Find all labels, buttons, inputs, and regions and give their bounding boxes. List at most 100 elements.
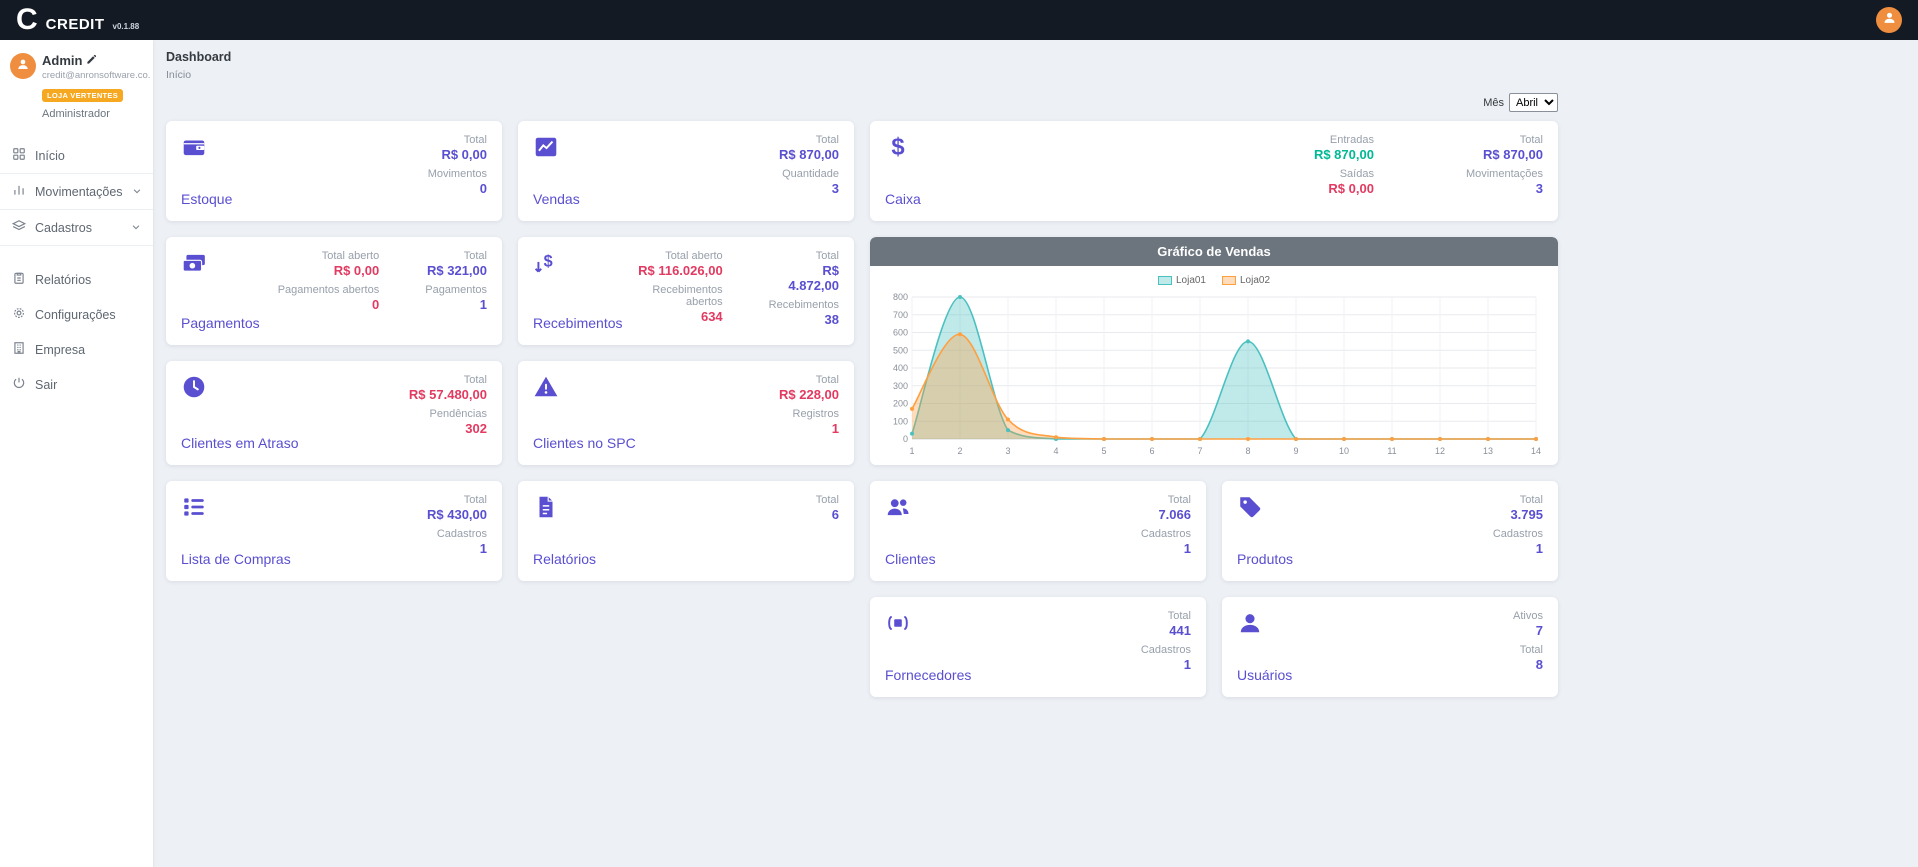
- stat-value: 3: [779, 181, 839, 196]
- main-content: Dashboard Início Mês Abril Estoque Total…: [153, 0, 1918, 723]
- card-recebimentos: $ Recebimentos Total abertoR$ 116.026,00…: [518, 237, 854, 345]
- sidebar-item-label: Movimentações: [35, 185, 123, 199]
- svg-text:6: 6: [1149, 446, 1154, 456]
- sidebar-item-cadastros[interactable]: Cadastros: [0, 209, 153, 246]
- card-fornecedores: Fornecedores Total441 Cadastros1: [870, 597, 1206, 697]
- stat-value: 7.066: [1141, 507, 1191, 522]
- card-usuarios: Usuários Ativos7 Total8: [1222, 597, 1558, 697]
- stat-value: R$ 116.026,00: [623, 263, 723, 278]
- stat-value: 0: [278, 297, 380, 312]
- legend-item-loja02[interactable]: Loja02: [1222, 275, 1270, 286]
- card-link-vendas[interactable]: Vendas: [533, 191, 580, 207]
- stat-value: R$ 870,00: [1466, 147, 1543, 162]
- svg-text:200: 200: [893, 399, 908, 409]
- stat-value: 3: [1466, 181, 1543, 196]
- sidebar-item-sair[interactable]: Sair: [0, 367, 153, 402]
- profile-avatar: [10, 53, 36, 79]
- stat-label: Total: [1141, 610, 1191, 622]
- month-select[interactable]: Abril: [1509, 93, 1558, 112]
- user-solid-icon: [1237, 610, 1292, 636]
- stat-value: R$ 57.480,00: [409, 387, 487, 402]
- sidebar-nav: Início Movimentações Cadastros Relató: [0, 138, 153, 402]
- legend-item-loja01[interactable]: Loja01: [1158, 275, 1206, 286]
- card-link-estoque[interactable]: Estoque: [181, 191, 232, 207]
- card-link-recebimentos[interactable]: Recebimentos: [533, 315, 623, 331]
- card-clientes-atraso: Clientes em Atraso TotalR$ 57.480,00 Pen…: [166, 361, 502, 465]
- card-link-usuarios[interactable]: Usuários: [1237, 667, 1292, 683]
- svg-text:13: 13: [1483, 446, 1493, 456]
- card-link-relatorios[interactable]: Relatórios: [533, 551, 596, 567]
- stat-value: R$ 0,00: [428, 147, 487, 162]
- svg-text:5: 5: [1101, 446, 1106, 456]
- stat-label: Registros: [779, 408, 839, 420]
- sidebar-item-label: Início: [35, 149, 65, 163]
- card-lista-compras: Lista de Compras TotalR$ 430,00 Cadastro…: [166, 481, 502, 581]
- stat-label: Cadastros: [1141, 528, 1191, 540]
- stat-value: R$ 4.872,00: [769, 263, 839, 293]
- chart-line-icon: [533, 134, 580, 160]
- power-icon: [12, 376, 26, 393]
- card-link-caixa[interactable]: Caixa: [885, 191, 921, 207]
- legend-swatch: [1158, 276, 1172, 285]
- sidebar-item-inicio[interactable]: Início: [0, 138, 153, 173]
- page-title: Dashboard: [166, 50, 1902, 64]
- stat-label: Total aberto: [278, 250, 380, 262]
- stat-label: Recebimentos abertos: [623, 284, 723, 308]
- stat-value: 634: [623, 309, 723, 324]
- users-icon: [885, 494, 936, 520]
- month-toolbar: Mês Abril: [166, 93, 1558, 112]
- stat-value: 3.795: [1493, 507, 1543, 522]
- card-link-fornecedores[interactable]: Fornecedores: [885, 667, 971, 683]
- stat-label: Movimentações: [1466, 168, 1543, 180]
- svg-text:100: 100: [893, 416, 908, 426]
- stat-label: Pagamentos abertos: [278, 284, 380, 296]
- card-link-pagamentos[interactable]: Pagamentos: [181, 315, 260, 331]
- card-link-clientes-atraso[interactable]: Clientes em Atraso: [181, 435, 299, 451]
- chevron-down-icon: [132, 185, 142, 199]
- stat-label: Total: [816, 494, 839, 506]
- svg-text:$: $: [544, 252, 553, 270]
- sidebar-item-configuracoes[interactable]: Configurações: [0, 297, 153, 332]
- card-link-clientes-spc[interactable]: Clientes no SPC: [533, 435, 636, 451]
- stat-value: 1: [425, 297, 487, 312]
- card-caixa: $ Caixa EntradasR$ 870,00 SaídasR$ 0,00 …: [870, 121, 1558, 221]
- card-clientes: Clientes Total7.066 Cadastros1: [870, 481, 1206, 581]
- store-badge: LOJA VERTENTES: [42, 89, 123, 102]
- stat-label: Pendências: [409, 408, 487, 420]
- edit-pencil-icon[interactable]: [86, 53, 97, 68]
- stat-value: R$ 321,00: [425, 263, 487, 278]
- sidebar-item-relatorios[interactable]: Relatórios: [0, 262, 153, 297]
- stat-value: 1: [1493, 541, 1543, 556]
- card-link-lista-compras[interactable]: Lista de Compras: [181, 551, 291, 567]
- layers-icon: [12, 219, 26, 236]
- stat-label: Total: [1513, 644, 1543, 656]
- profile-email: credit@anronsoftware.co...: [42, 70, 150, 81]
- stat-value: 1: [1141, 657, 1191, 672]
- sidebar-item-empresa[interactable]: Empresa: [0, 332, 153, 367]
- building-icon: [12, 341, 26, 358]
- stat-value: 38: [769, 312, 839, 327]
- svg-text:14: 14: [1531, 446, 1541, 456]
- month-label: Mês: [1483, 97, 1504, 109]
- sidebar-item-movimentacoes[interactable]: Movimentações: [0, 173, 153, 209]
- stat-label: Total: [409, 374, 487, 386]
- stat-value: 1: [1141, 541, 1191, 556]
- sidebar-item-label: Relatórios: [35, 273, 91, 287]
- card-link-clientes[interactable]: Clientes: [885, 551, 936, 567]
- user-avatar-button[interactable]: [1876, 7, 1902, 33]
- stat-value: 1: [427, 541, 487, 556]
- sidebar-item-label: Configurações: [35, 308, 116, 322]
- svg-text:600: 600: [893, 328, 908, 338]
- grid-icon: [12, 147, 26, 164]
- card-link-produtos[interactable]: Produtos: [1237, 551, 1293, 567]
- stat-value: R$ 430,00: [427, 507, 487, 522]
- stat-value: 302: [409, 421, 487, 436]
- stat-label: Total: [425, 250, 487, 262]
- sidebar-item-label: Sair: [35, 378, 57, 392]
- svg-text:500: 500: [893, 345, 908, 355]
- svg-text:$: $: [891, 134, 904, 160]
- svg-text:400: 400: [893, 363, 908, 373]
- svg-text:12: 12: [1435, 446, 1445, 456]
- stat-label: Total: [428, 134, 487, 146]
- svg-text:2: 2: [957, 446, 962, 456]
